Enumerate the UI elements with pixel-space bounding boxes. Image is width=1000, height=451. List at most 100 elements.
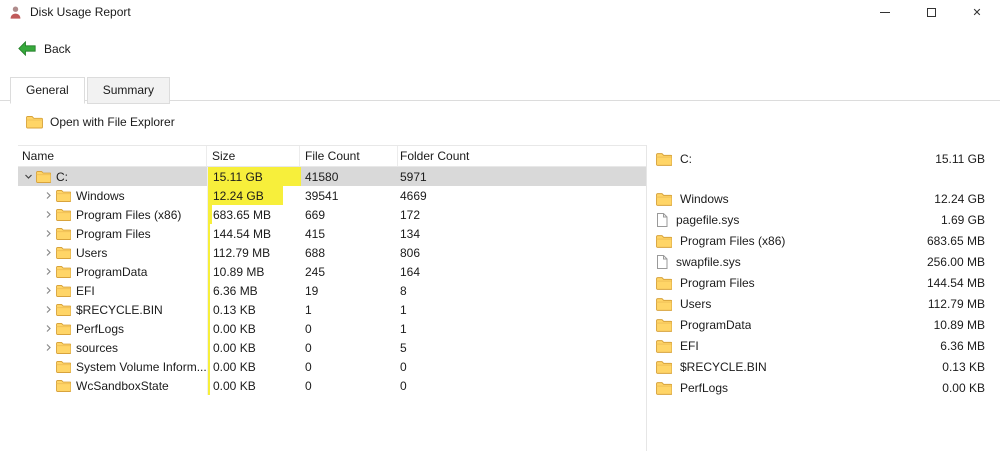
size-cell: 10.89 MB: [207, 262, 300, 281]
list-item[interactable]: ProgramData 10.89 MB: [656, 314, 985, 335]
back-button[interactable]: Back: [18, 41, 71, 56]
name-cell: Windows: [18, 186, 207, 205]
folder-icon: [656, 192, 672, 206]
folder-icon: [56, 322, 71, 335]
name-cell: sources: [18, 338, 207, 357]
chevron-right-icon[interactable]: [40, 191, 56, 200]
file-icon: [656, 212, 668, 227]
table-row[interactable]: Program Files (x86) 683.65 MB 669 172: [18, 205, 646, 224]
list-item[interactable]: EFI 6.36 MB: [656, 335, 985, 356]
file-count-cell: 688: [305, 245, 326, 260]
chevron-right-icon[interactable]: [40, 343, 56, 352]
name-cell: C:: [18, 167, 207, 186]
chevron-right-icon[interactable]: [40, 229, 56, 238]
size-cell: 144.54 MB: [207, 224, 300, 243]
summary-item-size: 144.54 MB: [926, 275, 985, 290]
summary-item-name: ProgramData: [680, 317, 752, 332]
folder-icon: [656, 360, 672, 374]
item-size: 683.65 MB: [213, 207, 272, 222]
disk-usage-table: Name Size File Count Folder Count C: 15.1…: [18, 145, 646, 395]
summary-item-name: $RECYCLE.BIN: [680, 359, 767, 374]
folder-count-cell: 5971: [400, 169, 427, 184]
list-item[interactable]: C: 15.11 GB: [656, 148, 985, 169]
summary-item-size: 0.13 KB: [942, 359, 985, 374]
table-header: Name Size File Count Folder Count: [18, 145, 646, 167]
list-item[interactable]: pagefile.sys 1.69 GB: [656, 209, 985, 230]
chevron-right-icon[interactable]: [40, 324, 56, 333]
maximize-button[interactable]: [908, 0, 954, 24]
folder-count-cell: 164: [400, 264, 421, 279]
column-header-size[interactable]: Size: [207, 146, 300, 166]
file-count-cell: 0: [305, 321, 312, 336]
chevron-right-icon[interactable]: [40, 210, 56, 219]
folder-icon: [56, 284, 71, 297]
summary-item-size: 1.69 GB: [940, 212, 985, 227]
tab-general[interactable]: General: [10, 77, 85, 104]
item-name: C:: [56, 169, 68, 184]
chevron-right-icon[interactable]: [40, 248, 56, 257]
table-row[interactable]: Windows 12.24 GB 39541 4669: [18, 186, 646, 205]
folder-icon: [56, 341, 71, 354]
list-item[interactable]: Windows 12.24 GB: [656, 188, 985, 209]
column-header-file-count[interactable]: File Count: [300, 146, 398, 166]
tab-general-label: General: [26, 83, 69, 97]
chevron-down-icon[interactable]: [20, 172, 36, 181]
open-with-explorer-button[interactable]: Open with File Explorer: [20, 112, 181, 132]
folder-count-cell: 806: [400, 245, 421, 260]
size-cell: 0.00 KB: [207, 319, 300, 338]
list-item[interactable]: $RECYCLE.BIN 0.13 KB: [656, 356, 985, 377]
file-count-cell: 0: [305, 378, 312, 393]
table-row[interactable]: $RECYCLE.BIN 0.13 KB 1 1: [18, 300, 646, 319]
size-cell: 12.24 GB: [207, 186, 300, 205]
item-name: $RECYCLE.BIN: [76, 302, 163, 317]
name-cell: Program Files (x86): [18, 205, 207, 224]
window-title: Disk Usage Report: [30, 5, 131, 19]
item-size: 15.11 GB: [213, 169, 263, 184]
list-item[interactable]: swapfile.sys 256.00 MB: [656, 251, 985, 272]
folder-icon: [656, 276, 672, 290]
chevron-right-icon[interactable]: [40, 286, 56, 295]
item-name: EFI: [76, 283, 95, 298]
table-row[interactable]: C: 15.11 GB 41580 5971: [18, 167, 646, 186]
table-row[interactable]: WcSandboxState 0.00 KB 0 0: [18, 376, 646, 395]
item-size: 6.36 MB: [213, 283, 258, 298]
item-size: 144.54 MB: [213, 226, 272, 241]
chevron-right-icon[interactable]: [40, 305, 56, 314]
column-header-name[interactable]: Name: [18, 146, 207, 166]
table-row[interactable]: Program Files 144.54 MB 415 134: [18, 224, 646, 243]
minimize-button[interactable]: [862, 0, 908, 24]
close-button[interactable]: ✕: [954, 0, 1000, 24]
column-header-file-count-label: File Count: [305, 149, 360, 163]
table-row[interactable]: EFI 6.36 MB 19 8: [18, 281, 646, 300]
item-size: 0.13 KB: [213, 302, 256, 317]
folder-count-cell: 1: [400, 321, 407, 336]
list-item[interactable]: Program Files (x86) 683.65 MB: [656, 230, 985, 251]
column-header-folder-count[interactable]: Folder Count: [398, 146, 646, 166]
table-row[interactable]: sources 0.00 KB 0 5: [18, 338, 646, 357]
list-item[interactable]: Program Files 144.54 MB: [656, 272, 985, 293]
folder-icon: [656, 297, 672, 311]
folder-count-cell: 4669: [400, 188, 427, 203]
size-cell: 0.00 KB: [207, 338, 300, 357]
name-cell: PerfLogs: [18, 319, 207, 338]
folder-icon: [36, 170, 51, 183]
folder-icon: [656, 152, 672, 166]
table-row[interactable]: ProgramData 10.89 MB 245 164: [18, 262, 646, 281]
table-row[interactable]: System Volume Inform... 0.00 KB 0 0: [18, 357, 646, 376]
folder-icon: [56, 227, 71, 240]
folder-count-cell: 134: [400, 226, 421, 241]
minimize-icon: [880, 11, 890, 13]
table-row[interactable]: Users 112.79 MB 688 806: [18, 243, 646, 262]
table-row[interactable]: PerfLogs 0.00 KB 0 1: [18, 319, 646, 338]
list-item[interactable]: Users 112.79 MB: [656, 293, 985, 314]
chevron-right-icon[interactable]: [40, 267, 56, 276]
size-cell: 15.11 GB: [207, 167, 301, 186]
size-cell: 0.00 KB: [207, 376, 300, 395]
summary-item-size: 10.89 MB: [933, 317, 985, 332]
name-cell: EFI: [18, 281, 207, 300]
list-item[interactable]: PerfLogs 0.00 KB: [656, 377, 985, 398]
item-name: ProgramData: [76, 264, 148, 279]
folder-count-cell: 172: [400, 207, 421, 222]
panel-divider: [646, 145, 647, 451]
tab-summary[interactable]: Summary: [86, 77, 171, 104]
